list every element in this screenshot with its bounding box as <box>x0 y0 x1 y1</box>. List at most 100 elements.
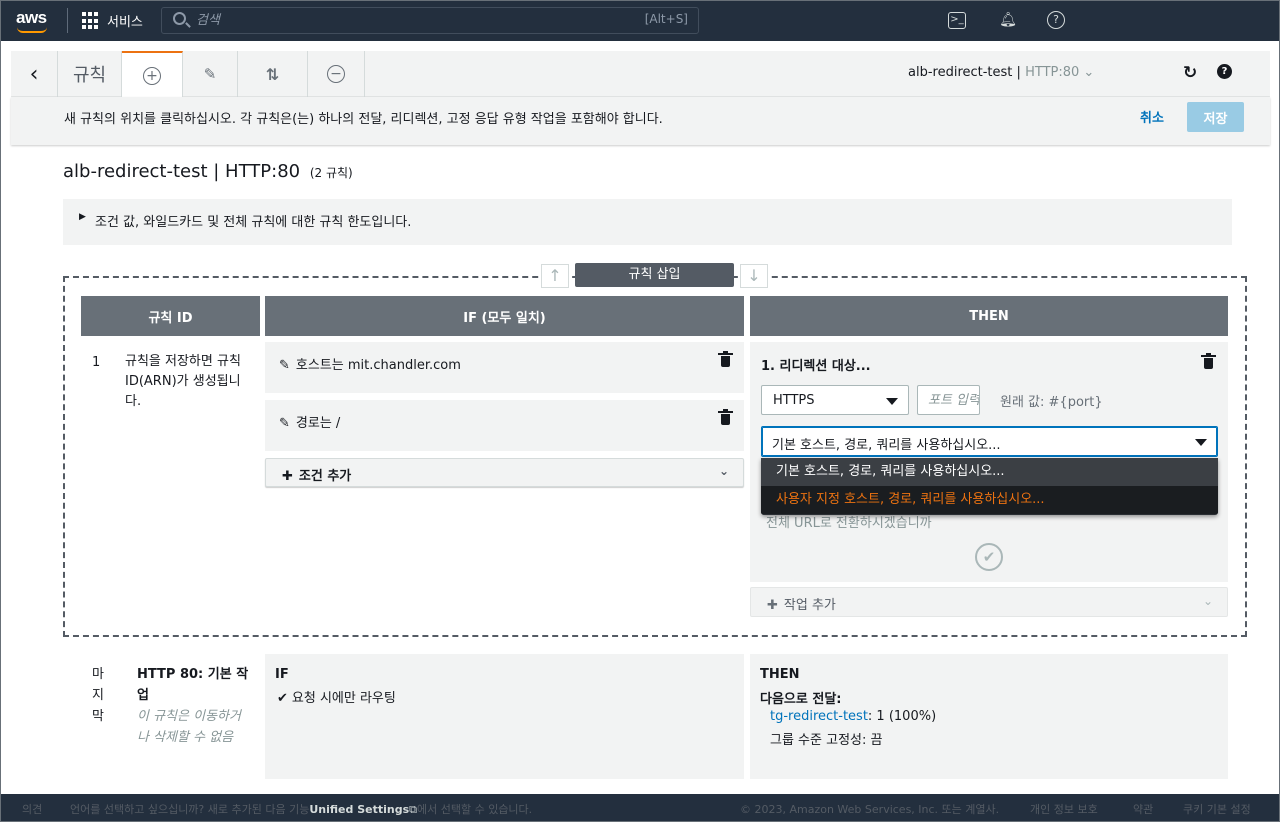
save-button[interactable]: 저장 <box>1187 102 1244 132</box>
move-up-button[interactable]: ↑ <box>541 264 569 288</box>
forward-target: tg-redirect-test: 1 (100%) <box>770 709 936 724</box>
external-link-icon: ⧉ <box>409 803 417 816</box>
option-default-host-path-query[interactable]: 기본 호스트, 경로, 쿼리를 사용하십시오... <box>761 458 1218 486</box>
if-condition-text: ✔ 요청 시에만 라우팅 <box>277 691 396 706</box>
plus-icon: ✚ <box>767 598 778 613</box>
url-mode-dropdown: 기본 호스트, 경로, 쿼리를 사용하십시오... 사용자 지정 호스트, 경로… <box>761 458 1218 515</box>
url-mode-value: 기본 호스트, 경로, 쿼리를 사용하십시오... <box>772 438 1001 453</box>
cloudshell-icon[interactable]: >_ <box>948 12 966 29</box>
pencil-icon[interactable]: ✎ <box>279 358 290 373</box>
language-note: 언어를 선택하고 싶으십니까? 새로 추가된 다음 기능Unified Sett… <box>70 803 533 816</box>
trash-icon[interactable] <box>1201 353 1216 369</box>
services-menu[interactable]: 서비스 <box>107 11 143 30</box>
port-input[interactable] <box>917 385 980 415</box>
help-circle-icon[interactable]: ? <box>1217 64 1232 79</box>
forward-label: 다음으로 전달: <box>760 692 842 707</box>
add-condition-button[interactable]: ✚ 조건 추가 ⌄ <box>265 458 744 487</box>
tab-add-rule[interactable]: + <box>122 51 183 98</box>
info-message: 새 규칙의 위치를 클릭하십시오. 각 규칙은(는) 하나의 전달, 리디렉션,… <box>64 112 663 127</box>
top-navigation: aws 서비스 [Alt+S] >_ 🔔︎ ? <box>0 0 1280 41</box>
rule-number: 1 <box>92 355 101 370</box>
cancel-button[interactable]: 취소 <box>1140 107 1164 126</box>
listener-title: alb-redirect-test | HTTP:80 <box>63 161 301 182</box>
pencil-icon: ✎ <box>203 65 217 83</box>
minus-circle-icon: − <box>327 65 345 83</box>
condition-path-text: 경로는 / <box>295 416 341 431</box>
pencil-icon[interactable]: ✎ <box>279 416 290 431</box>
trash-icon[interactable] <box>718 409 733 425</box>
column-header-then: THEN <box>750 296 1228 336</box>
tab-edit-rule[interactable]: ✎ <box>183 51 238 97</box>
plus-circle-icon: + <box>143 66 161 85</box>
tab-delete-rule[interactable]: − <box>308 51 365 97</box>
condition-label: ✎ 경로는 / <box>279 412 340 431</box>
listener-select[interactable]: alb-redirect-test | HTTP:80 ⌄ <box>908 65 1094 80</box>
listener-name: alb-redirect-test <box>908 65 1013 80</box>
aws-logo-smile <box>17 27 47 33</box>
check-circle-icon[interactable]: ✔ <box>975 543 1003 571</box>
target-weight: : 1 (100%) <box>867 709 937 724</box>
caret-down-icon <box>1195 439 1207 446</box>
chevron-down-icon: ⌄ <box>718 464 729 478</box>
bell-icon[interactable]: 🔔︎ <box>998 10 1018 30</box>
rule-limits-expander[interactable]: ▶ 조건 값, 와일드카드 및 전체 규칙에 대한 규칙 한도입니다. <box>63 199 1232 245</box>
listener-port: HTTP:80 <box>1025 65 1080 80</box>
add-condition-label: ✚ 조건 추가 <box>282 469 352 484</box>
unified-settings-link[interactable]: Unified Settings <box>309 803 409 816</box>
url-mode-select[interactable]: 기본 호스트, 경로, 쿼리를 사용하십시오... <box>761 426 1218 457</box>
page-title: alb-redirect-test | HTTP:80 (2 규칙) <box>63 161 353 182</box>
default-rule-then: THEN 다음으로 전달: tg-redirect-test: 1 (100%)… <box>750 654 1228 779</box>
refresh-icon[interactable]: ↻ <box>1183 63 1197 83</box>
redirect-action-title: 1. 리디렉션 대상... <box>761 359 871 374</box>
condition-path[interactable]: ✎ 경로는 / <box>265 400 744 451</box>
rules-toolbar: ‹ 규칙 + ✎ ⇅ − alb-redirect-test | HTTP:80… <box>11 51 1270 98</box>
rules-title: 규칙 <box>58 51 122 97</box>
caret-right-icon: ▶ <box>79 212 86 222</box>
search-box[interactable]: [Alt+S] <box>161 7 699 34</box>
group-stickiness: 그룹 수준 고정성: 끔 <box>770 733 883 748</box>
search-input[interactable] <box>196 11 596 30</box>
column-header-if: IF (모두 일치) <box>265 296 744 336</box>
default-rule-if: IF ✔ 요청 시에만 라우팅 <box>265 654 744 779</box>
listener-separator: | <box>1016 65 1021 80</box>
add-action-button[interactable]: ✚ 작업 추가 ⌄ <box>750 587 1228 617</box>
check-icon: ✔ <box>277 691 288 706</box>
column-header-rule-id: 규칙 ID <box>81 296 260 336</box>
privacy-link[interactable]: 개인 정보 보호 <box>1030 801 1098 817</box>
rule-count: (2 규칙) <box>309 166 353 180</box>
chevron-left-icon: ‹ <box>29 61 39 87</box>
move-down-button[interactable]: ↓ <box>740 264 768 288</box>
then-label: THEN <box>760 667 800 682</box>
condition-host-header[interactable]: ✎ 호스트는 mit.chandler.com <box>265 342 744 393</box>
chevron-down-icon: ⌄ <box>1083 65 1095 80</box>
protocol-select[interactable]: HTTPS <box>761 385 909 415</box>
condition-label: ✎ 호스트는 mit.chandler.com <box>279 354 461 373</box>
help-icon[interactable]: ? <box>1047 11 1065 29</box>
footer: 의견 언어를 선택하고 싶으십니까? 새로 추가된 다음 기능Unified S… <box>0 794 1280 822</box>
caret-down-icon <box>886 398 898 405</box>
last-rule-label: 마지막 <box>92 667 104 724</box>
trash-icon[interactable] <box>718 351 733 367</box>
back-button[interactable]: ‹ <box>11 51 58 97</box>
nav-divider <box>67 8 68 33</box>
original-port-value: 원래 값: #{port} <box>1000 395 1103 410</box>
protocol-value: HTTPS <box>773 393 815 408</box>
option-custom-host-path-query[interactable]: 사용자 지정 호스트, 경로, 쿼리를 사용하십시오... <box>761 486 1218 514</box>
add-action-label: ✚ 작업 추가 <box>767 598 836 613</box>
target-group-link[interactable]: tg-redirect-test <box>770 709 868 724</box>
feedback-link[interactable]: 의견 <box>22 801 42 817</box>
tab-reorder-rules[interactable]: ⇅ <box>238 51 308 97</box>
services-grid-icon[interactable] <box>82 12 100 30</box>
cookie-preferences-link[interactable]: 쿠키 기본 설정 <box>1183 801 1251 817</box>
aws-logo[interactable]: aws <box>16 8 47 28</box>
copyright: © 2023, Amazon Web Services, Inc. 또는 계열사… <box>740 803 1000 816</box>
info-bar: 새 규칙의 위치를 클릭하십시오. 각 규칙은(는) 하나의 전달, 리디렉션,… <box>11 97 1270 145</box>
rule-limits-text: 조건 값, 와일드카드 및 전체 규칙에 대한 규칙 한도입니다. <box>95 215 412 230</box>
condition-host-text: 호스트는 mit.chandler.com <box>295 358 461 373</box>
search-shortcut: [Alt+S] <box>644 12 688 26</box>
if-label: IF <box>275 667 289 682</box>
reorder-icon: ⇅ <box>265 64 280 84</box>
default-rule-title: HTTP 80: 기본 작업 <box>137 667 249 703</box>
terms-link[interactable]: 약관 <box>1133 801 1153 817</box>
chevron-down-icon: ⌄ <box>1202 594 1213 608</box>
